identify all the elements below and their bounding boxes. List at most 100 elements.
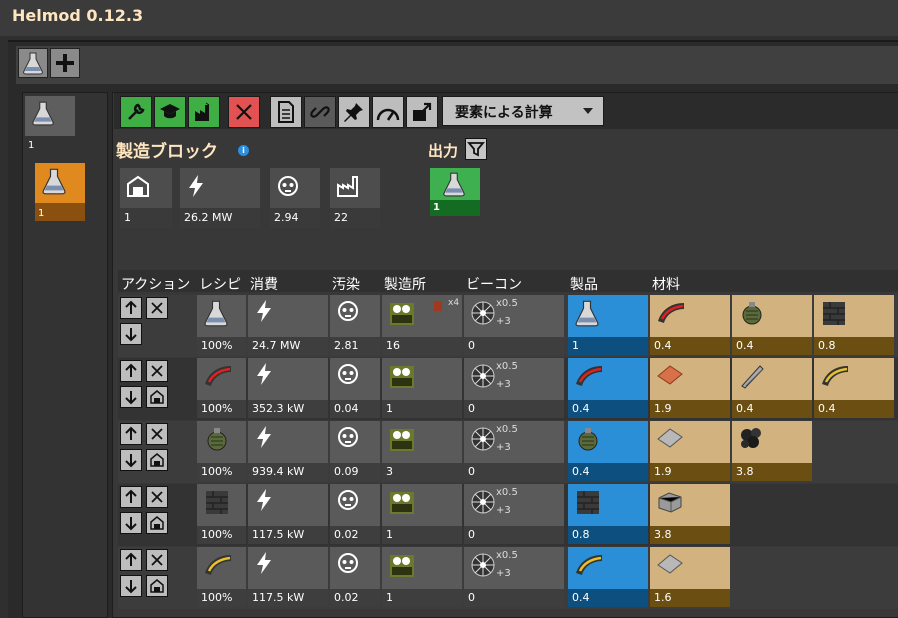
ingredient-cell[interactable]: 3.8 (732, 421, 812, 481)
output-filter-button[interactable] (465, 138, 487, 160)
block-item-selected[interactable]: 1 (35, 163, 85, 221)
ingredient-cell[interactable]: 0.4 (814, 358, 894, 418)
power-value: 939.4 kW (248, 463, 328, 481)
power-value: 117.5 kW (248, 589, 328, 607)
factory-settings-button[interactable] (188, 96, 220, 128)
factory-cell[interactable]: 3 (382, 421, 462, 481)
recipe-cell[interactable]: 100% (197, 484, 246, 544)
move-up-button[interactable] (120, 360, 142, 382)
calc-mode-dropdown[interactable]: 要素による計算 (442, 96, 604, 126)
ingredient-cell[interactable]: 1.9 (650, 421, 730, 481)
beacon-cell[interactable]: x0.5 +3 0 (464, 547, 564, 607)
delete-row-button[interactable] (146, 423, 168, 445)
arrow-up-icon (125, 552, 137, 566)
recipe-cell[interactable]: 100% (197, 295, 246, 355)
header-recipe: レシピ (199, 277, 241, 293)
assembler-icon (390, 303, 414, 325)
tutorial-button[interactable] (154, 96, 186, 128)
move-up-button[interactable] (120, 423, 142, 445)
power-cell: 117.5 kW (248, 547, 328, 607)
beacon-cell[interactable]: x0.5 +3 0 (464, 484, 564, 544)
output-product[interactable]: 1 (430, 168, 480, 216)
rail-yellow-icon (576, 555, 602, 575)
ingredient-cell[interactable]: 0.4 (732, 358, 812, 418)
delete-row-button[interactable] (146, 297, 168, 319)
open-block-button[interactable] (146, 512, 168, 534)
factory-cell[interactable]: x4 16 (382, 295, 462, 355)
table-row: 100% 117.5 kW 0.02 1 x0.5 +3 0 0.4 1.6 (118, 547, 898, 609)
delete-row-button[interactable] (146, 486, 168, 508)
factory-value: 1 (382, 400, 462, 418)
speed-button[interactable] (372, 96, 404, 128)
flask-icon (443, 172, 465, 197)
factory-cell[interactable]: 1 (382, 547, 462, 607)
document-button[interactable] (270, 96, 302, 128)
move-up-button[interactable] (120, 549, 142, 571)
ingredient-cell[interactable]: 3.8 (650, 484, 730, 544)
header-power: 消費 (250, 277, 278, 293)
factory-cell[interactable]: 1 (382, 358, 462, 418)
close-icon (151, 302, 163, 314)
delete-row-button[interactable] (146, 549, 168, 571)
pollution-icon (338, 364, 358, 384)
open-block-button[interactable] (146, 449, 168, 471)
beacon-cell[interactable]: x0.5 +3 0 (464, 421, 564, 481)
block-item[interactable] (25, 96, 75, 136)
export-icon (413, 102, 432, 121)
pollution-icon (338, 553, 358, 573)
open-block-button[interactable] (146, 575, 168, 597)
product-cell[interactable]: 0.4 (568, 547, 648, 607)
product-value: 0.8 (568, 526, 648, 544)
recipe-cell[interactable]: 100% (197, 358, 246, 418)
delete-block-button[interactable] (228, 96, 260, 128)
ingredient-cell[interactable]: 1.6 (650, 547, 730, 607)
recipe-cell[interactable]: 100% (197, 547, 246, 607)
product-cell[interactable]: 0.4 (568, 421, 648, 481)
header-action: アクション (121, 277, 191, 293)
pollution-icon (278, 176, 298, 196)
pollution-cell: 2.81 (330, 295, 380, 355)
product-cell[interactable]: 0.8 (568, 484, 648, 544)
rail-icon (576, 366, 602, 386)
delete-row-button[interactable] (146, 360, 168, 382)
summary-value: 1 (120, 208, 172, 228)
beacon-cell[interactable]: x0.5 +3 0 (464, 358, 564, 418)
move-down-button[interactable] (120, 575, 142, 597)
product-cell[interactable]: 0.4 (568, 358, 648, 418)
ingredient-cell[interactable]: 0.4 (732, 295, 812, 355)
move-up-button[interactable] (120, 486, 142, 508)
pollution-value: 0.02 (330, 589, 380, 607)
link-button[interactable] (304, 96, 336, 128)
add-tab-button[interactable] (50, 48, 80, 78)
open-block-button[interactable] (146, 386, 168, 408)
beacon-icon (471, 553, 495, 577)
info-icon[interactable]: i (238, 145, 249, 156)
block-count: 1 (28, 140, 35, 151)
export-button[interactable] (406, 96, 438, 128)
assembler-icon (390, 555, 414, 577)
beacon-cell[interactable]: x0.5 +3 0 (464, 295, 564, 355)
calc-mode-value: 要素による計算 (455, 105, 553, 121)
move-down-button[interactable] (120, 386, 142, 408)
beacon-value: 0 (464, 589, 564, 607)
summary-blocks: 1 (120, 168, 172, 228)
beacon-count: +3 (496, 316, 511, 327)
ingredient-cell[interactable]: 0.4 (650, 295, 730, 355)
summary-value: 2.94 (270, 208, 320, 228)
move-down-button[interactable] (120, 449, 142, 471)
ingredient-cell[interactable]: 0.8 (814, 295, 894, 355)
pin-button[interactable] (338, 96, 370, 128)
product-cell[interactable]: 1 (568, 295, 648, 355)
move-down-button[interactable] (120, 512, 142, 534)
move-up-button[interactable] (120, 297, 142, 319)
ingredient-cell[interactable]: 1.9 (650, 358, 730, 418)
move-down-button[interactable] (120, 323, 142, 345)
iron-plate-icon (657, 428, 683, 448)
ingredient-value: 1.9 (650, 463, 730, 481)
output-title: 出力 (428, 142, 459, 160)
recipe-cell[interactable]: 100% (197, 421, 246, 481)
factory-cell[interactable]: 1 (382, 484, 462, 544)
rail-yellow-icon (205, 555, 231, 575)
settings-button[interactable] (120, 96, 152, 128)
flask-tab-button[interactable] (18, 48, 48, 78)
